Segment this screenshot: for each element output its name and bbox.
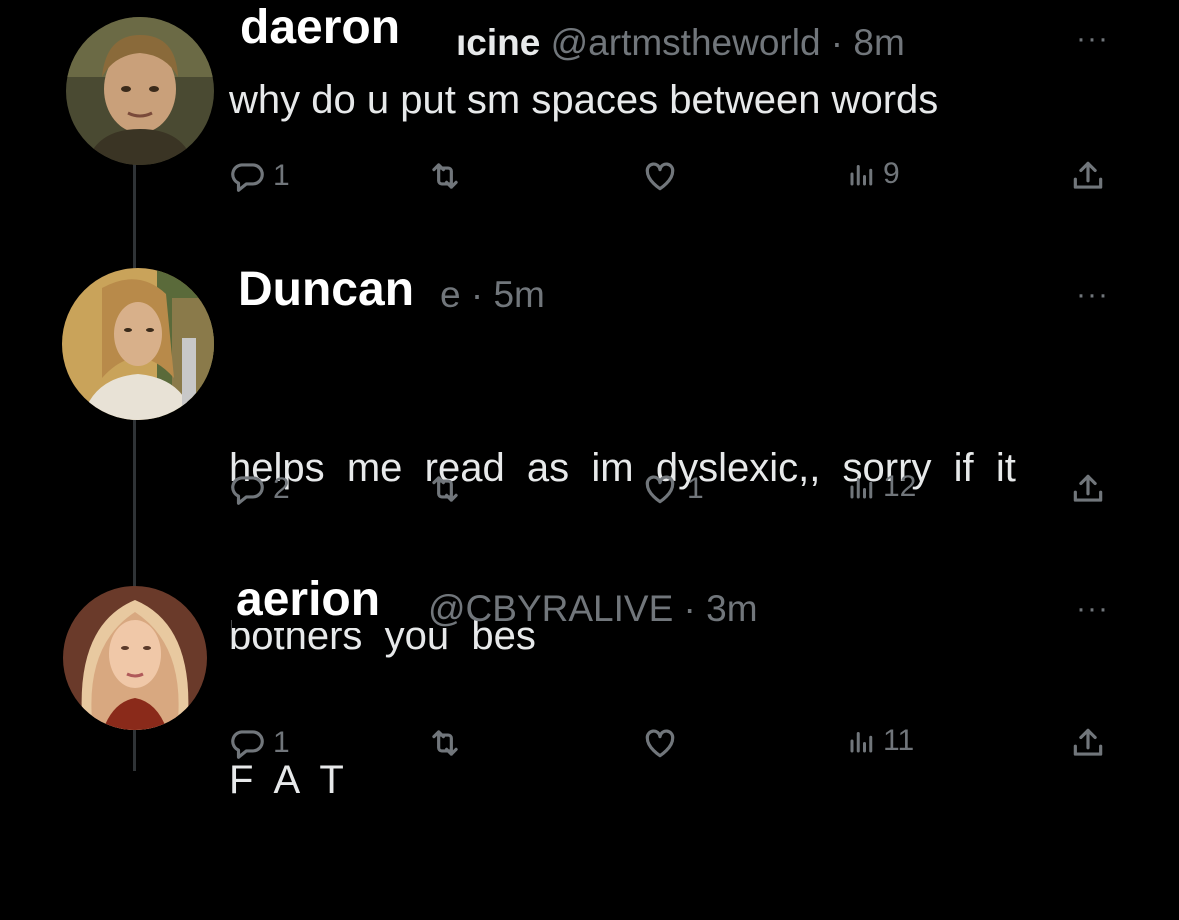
like-button[interactable]: 1	[639, 470, 704, 508]
views-icon	[850, 165, 873, 186]
tweet[interactable]: @CBYRALIVE · 3m aerion ··· F A T 1 11	[0, 572, 1179, 802]
like-count: 1	[687, 472, 704, 505]
reply-count: 1	[273, 159, 290, 192]
handle-time[interactable]: @artmstheworld · 8m	[551, 22, 905, 63]
views-count: 12	[883, 470, 917, 503]
tweet-header: @CBYRALIVE · 3m	[428, 588, 758, 630]
reply-button[interactable]: 2	[229, 470, 290, 508]
avatar[interactable]	[63, 586, 207, 730]
share-button[interactable]	[1069, 724, 1107, 762]
tweet-actions: 2 1 12	[229, 470, 1114, 510]
repost-button[interactable]	[425, 157, 465, 195]
repost-button[interactable]	[425, 724, 465, 762]
views-icon	[850, 478, 873, 499]
tweet-actions: 1 9	[229, 157, 1114, 197]
share-icon	[1073, 474, 1103, 502]
views-button[interactable]: 9	[847, 157, 900, 191]
handle-time[interactable]: @CBYRALIVE · 3m	[428, 588, 758, 629]
reply-count: 2	[273, 472, 290, 505]
tweet[interactable]: e · 5m Duncan ··· helps me read as im dy…	[0, 262, 1179, 658]
tweet-actions: 1 11	[229, 724, 1114, 764]
tweet-header: ıcine @artmstheworld · 8m	[456, 22, 905, 64]
tweet-text: why do u put sm spaces between words	[229, 72, 938, 128]
views-count: 9	[883, 157, 900, 190]
reply-icon	[231, 163, 264, 192]
views-button[interactable]: 11	[847, 724, 914, 758]
tweet-text: F A T	[229, 640, 344, 920]
views-icon	[850, 732, 873, 753]
like-icon	[645, 475, 675, 504]
overlay-name: aerion	[232, 572, 391, 628]
share-button[interactable]	[1069, 157, 1107, 195]
avatar[interactable]	[62, 268, 214, 420]
repost-icon	[432, 163, 458, 189]
reply-icon	[231, 476, 264, 505]
repost-icon	[432, 730, 458, 756]
more-options-icon[interactable]: ···	[1076, 22, 1109, 56]
tweet-text-line: why do u put sm spaces between words	[229, 78, 939, 122]
repost-icon	[432, 476, 458, 502]
views-button[interactable]: 12	[847, 470, 916, 504]
avatar[interactable]	[66, 17, 214, 165]
more-options-icon[interactable]: ···	[1076, 278, 1109, 312]
reply-button[interactable]: 1	[229, 724, 290, 762]
like-button[interactable]	[639, 724, 681, 762]
more-options-icon[interactable]: ···	[1076, 592, 1109, 626]
reply-button[interactable]: 1	[229, 157, 290, 195]
repost-button[interactable]	[425, 470, 465, 508]
display-name[interactable]: ıcine	[456, 22, 540, 63]
like-icon	[645, 162, 675, 191]
share-button[interactable]	[1069, 470, 1107, 508]
tweet-header: e · 5m	[440, 274, 545, 316]
overlay-name: Duncan	[234, 262, 425, 318]
like-icon	[645, 729, 675, 758]
overlay-name: daeron	[236, 0, 411, 56]
reply-count: 1	[273, 726, 290, 759]
reply-icon	[231, 730, 264, 759]
tweet[interactable]: ıcine @artmstheworld · 8m daeron ··· why…	[0, 0, 1179, 250]
share-icon	[1073, 161, 1103, 189]
like-button[interactable]	[639, 157, 681, 195]
share-icon	[1073, 728, 1103, 756]
handle-time[interactable]: e · 5m	[440, 274, 545, 315]
views-count: 11	[883, 724, 915, 757]
